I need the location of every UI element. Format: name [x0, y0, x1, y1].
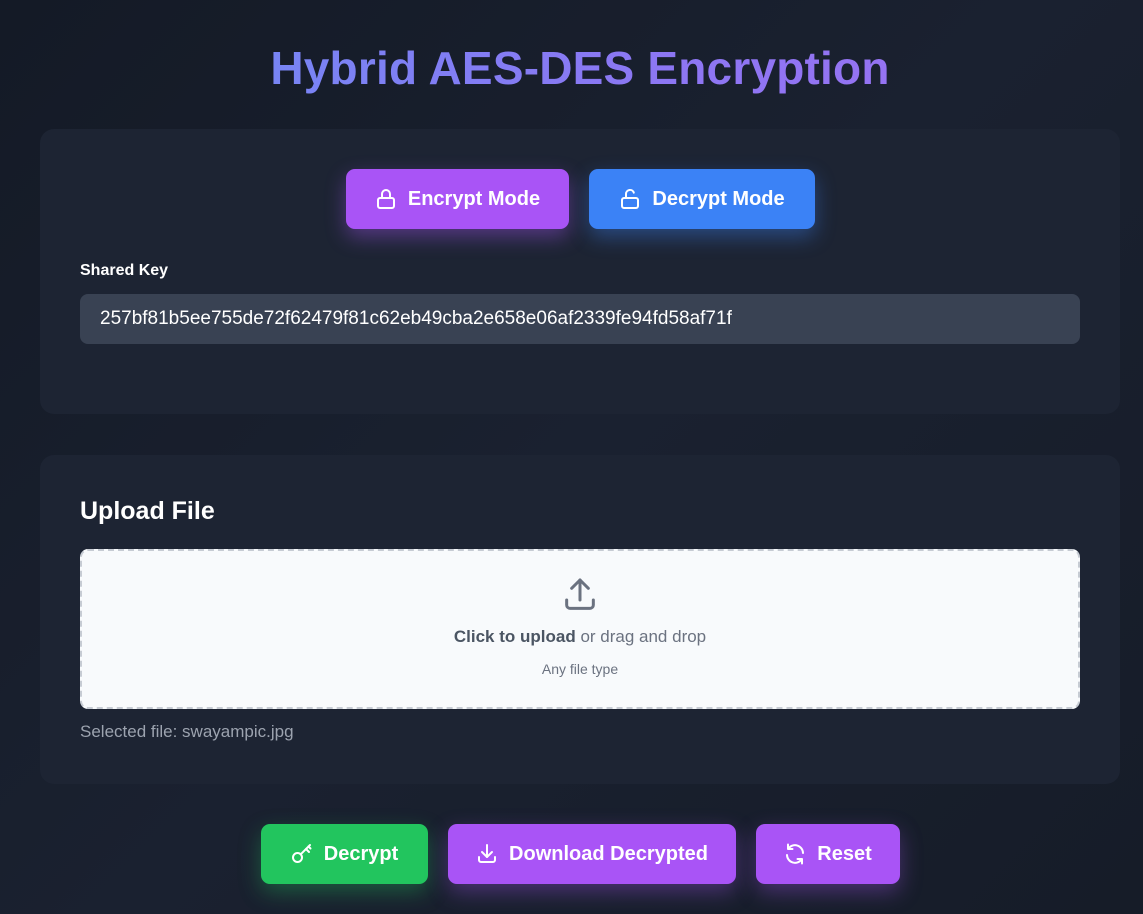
upload-icon: [565, 578, 595, 610]
settings-card: Encrypt Mode Decrypt Mode Shared Key: [40, 129, 1120, 414]
encrypt-mode-label: Encrypt Mode: [407, 187, 541, 210]
upload-heading: Upload File: [80, 497, 215, 525]
lock-icon: [376, 189, 395, 209]
unlock-icon: [621, 188, 640, 209]
file-dropzone[interactable]: Click to upload or drag and drop Any fil…: [80, 549, 1080, 709]
download-button-label: Download Decrypted: [509, 842, 708, 865]
file-type-hint: Any file type: [541, 661, 619, 677]
key-icon: [291, 844, 312, 863]
selected-file-text: Selected file: swayampic.jpg: [80, 722, 294, 741]
page-title: Hybrid AES-DES Encryption: [0, 38, 1143, 98]
decrypt-mode-button[interactable]: Decrypt Mode: [588, 169, 815, 229]
decrypt-button-label: Decrypt: [323, 842, 399, 865]
dropzone-instructions: Click to upload or drag and drop: [82, 627, 1078, 647]
decrypt-mode-label: Decrypt Mode: [652, 187, 785, 210]
upload-card: Upload File Click to upload or drag and …: [40, 455, 1120, 784]
reset-button-label: Reset: [817, 842, 872, 865]
drag-drop-text: or drag and drop: [580, 627, 707, 646]
reset-button[interactable]: Reset: [755, 824, 900, 884]
refresh-icon: [786, 843, 805, 865]
shared-key-input[interactable]: [80, 294, 1080, 344]
download-decrypted-button[interactable]: Download Decrypted: [447, 824, 736, 884]
mode-toggle-group: Encrypt Mode Decrypt Mode: [40, 169, 1120, 229]
decrypt-button[interactable]: Decrypt: [260, 824, 428, 884]
shared-key-label: Shared Key: [80, 262, 169, 279]
action-buttons: Decrypt Download Decrypted Reset: [0, 824, 1143, 884]
encrypt-mode-button[interactable]: Encrypt Mode: [345, 169, 569, 229]
click-to-upload-text: Click to upload: [453, 627, 576, 646]
download-icon: [478, 844, 497, 863]
